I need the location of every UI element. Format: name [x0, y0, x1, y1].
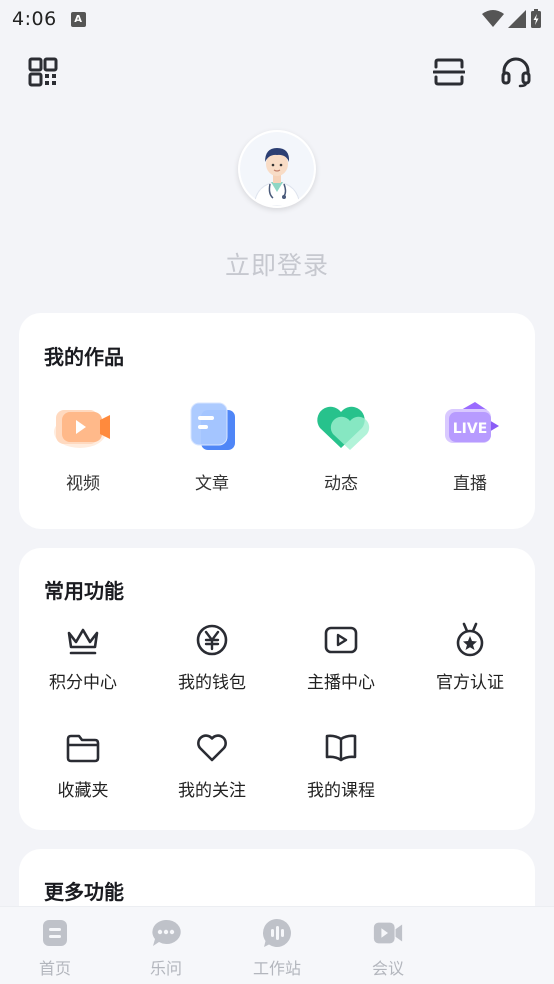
scan-icon[interactable]	[429, 52, 469, 92]
works-item-article[interactable]: 文章	[148, 397, 276, 494]
heart-outline-icon	[194, 730, 230, 766]
live-badge-text: LIVE	[453, 421, 488, 437]
live-icon: LIVE	[435, 397, 505, 457]
func-label: 主播中心	[307, 673, 375, 693]
works-item-label: 视频	[66, 474, 100, 494]
qr-code-icon[interactable]	[23, 52, 63, 92]
func-points-center[interactable]: 积分中心	[19, 622, 147, 693]
nav-home[interactable]: 首页	[10, 917, 100, 979]
heart-icon	[306, 397, 376, 457]
home-icon	[39, 917, 71, 949]
yuan-icon	[194, 622, 230, 658]
nav-ask[interactable]: 乐问	[121, 917, 211, 979]
status-time: 4:06	[12, 8, 57, 30]
works-item-live[interactable]: LIVE 直播	[406, 397, 534, 494]
func-label: 我的课程	[307, 781, 375, 801]
notification-a-icon: A	[70, 11, 86, 27]
nav-label: 工作站	[252, 959, 301, 978]
func-anchor-center[interactable]: 主播中心	[277, 622, 405, 693]
status-indicators	[482, 9, 542, 29]
book-icon	[323, 730, 359, 766]
func-official-verify[interactable]: 官方认证	[406, 622, 534, 693]
signal-icon	[508, 10, 526, 28]
nav-label: 会议	[371, 959, 404, 978]
nav-workstation[interactable]: 工作站	[232, 917, 322, 979]
battery-icon	[531, 9, 541, 28]
meeting-icon	[372, 917, 404, 949]
works-item-label: 直播	[453, 474, 487, 494]
folder-icon	[65, 730, 101, 766]
wifi-icon	[482, 10, 504, 27]
bottom-nav: 首页 乐问 工作站 会议	[0, 906, 554, 984]
works-item-moments[interactable]: 动态	[277, 397, 405, 494]
nav-label: 乐问	[149, 959, 182, 978]
func-label: 收藏夹	[57, 781, 109, 801]
nav-meeting[interactable]: 会议	[343, 917, 433, 979]
doctor-avatar-icon	[240, 132, 314, 206]
func-following[interactable]: 我的关注	[148, 730, 276, 801]
works-item-label: 动态	[324, 474, 358, 494]
workstation-icon	[261, 917, 293, 949]
func-wallet[interactable]: 我的钱包	[148, 622, 276, 693]
func-label: 积分中心	[49, 673, 117, 693]
play-icon	[323, 622, 359, 658]
more-title: 更多功能	[44, 880, 124, 904]
avatar[interactable]	[238, 130, 316, 208]
func-favorites[interactable]: 收藏夹	[19, 730, 147, 801]
status-bar: 4:06 A	[0, 0, 554, 38]
works-title: 我的作品	[44, 345, 124, 369]
works-item-label: 文章	[195, 474, 229, 494]
func-courses[interactable]: 我的课程	[277, 730, 405, 801]
works-item-video[interactable]: 视频	[19, 397, 147, 494]
nav-label: 首页	[38, 959, 71, 978]
func-label: 我的钱包	[178, 673, 246, 693]
func-label: 我的关注	[178, 781, 246, 801]
login-link[interactable]: 立即登录	[0, 246, 554, 282]
top-bar	[0, 52, 554, 96]
crown-icon	[65, 622, 101, 658]
medal-icon	[452, 622, 488, 658]
video-icon	[48, 397, 118, 457]
headset-icon[interactable]	[496, 52, 536, 92]
func-label: 官方认证	[436, 673, 504, 693]
works-card: 我的作品 视频 文章 动态 LIVE 直播	[19, 313, 535, 529]
common-title: 常用功能	[44, 579, 124, 603]
chat-icon	[150, 917, 182, 949]
common-functions-card: 常用功能 积分中心 我的钱包 主播中心 官方认证 收藏夹 我的关注 我的课程	[19, 548, 535, 830]
article-icon	[177, 397, 247, 457]
